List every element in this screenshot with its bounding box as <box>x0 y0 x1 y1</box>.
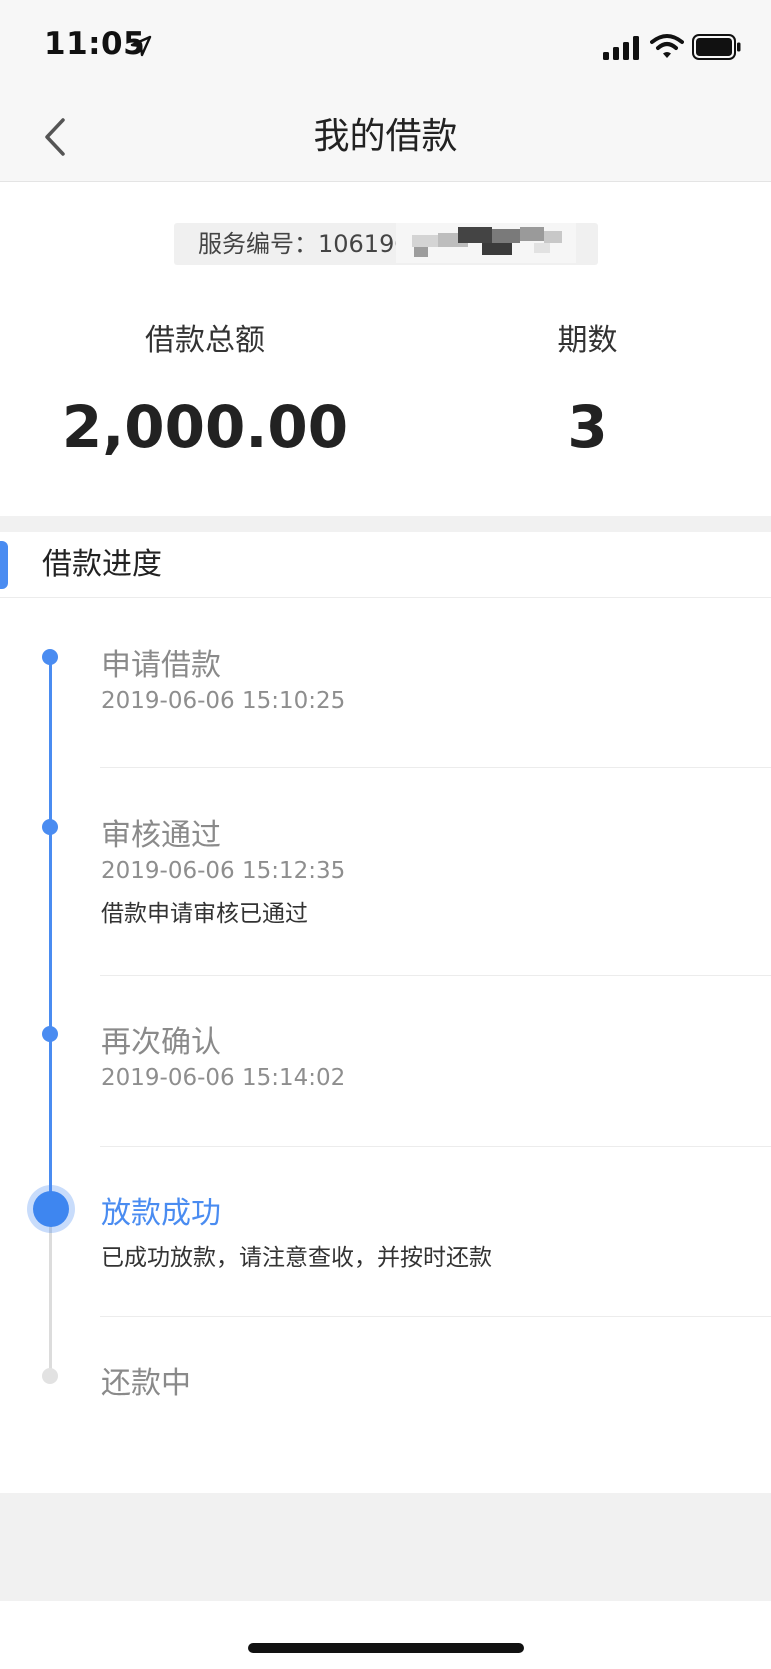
progress-section-title: 借款进度 <box>42 547 162 582</box>
section-marker <box>0 541 8 589</box>
total-amount-label: 借款总额 <box>145 323 265 358</box>
periods-label: 期数 <box>557 323 618 358</box>
total-amount-value: 2,000.00 <box>61 393 349 461</box>
home-indicator[interactable] <box>248 1643 524 1653</box>
timeline-line-completed <box>49 656 52 1207</box>
step-title: 还款中 <box>101 1366 191 1401</box>
step-divider <box>100 1146 771 1147</box>
loan-summary: 服务编号：10619C 借款总额 2,000.00 期数 3 <box>0 183 771 516</box>
step-dot-current <box>33 1191 69 1227</box>
step-title-current: 放款成功 <box>101 1196 221 1231</box>
nav-bar: 我的借款 <box>0 92 771 182</box>
step-title: 再次确认 <box>101 1025 221 1060</box>
timeline-line-pending <box>49 1207 52 1375</box>
step-dot-completed <box>42 1026 58 1042</box>
step-note: 已成功放款，请注意查收，并按时还款 <box>101 1245 492 1271</box>
battery-icon <box>692 34 741 60</box>
home-area <box>0 1601 771 1669</box>
page-title: 我的借款 <box>313 116 458 157</box>
step-dot-completed <box>42 819 58 835</box>
step-dot-pending <box>42 1368 58 1384</box>
signal-icon <box>603 36 639 60</box>
step-time: 2019-06-06 15:12:35 <box>101 858 346 884</box>
step-divider <box>100 1316 771 1317</box>
status-bar: 11:05 <box>0 0 771 92</box>
step-time: 2019-06-06 15:10:25 <box>101 688 346 714</box>
step-divider <box>100 975 771 976</box>
periods-value: 3 <box>567 393 608 461</box>
step-title: 审核通过 <box>101 818 221 853</box>
step-divider <box>100 767 771 768</box>
wifi-icon <box>650 34 684 58</box>
progress-section-header: 借款进度 <box>0 532 771 598</box>
redaction-mosaic <box>396 223 576 263</box>
bottom-gap <box>0 1493 771 1601</box>
back-button[interactable] <box>36 110 80 164</box>
progress-timeline: 申请借款 2019-06-06 15:10:25 审核通过 2019-06-06… <box>0 598 771 1493</box>
location-arrow-icon <box>130 35 152 57</box>
section-gap <box>0 516 771 532</box>
step-title: 申请借款 <box>101 648 221 683</box>
step-note: 借款申请审核已通过 <box>101 901 308 927</box>
chevron-left-icon <box>45 118 65 156</box>
step-time: 2019-06-06 15:14:02 <box>101 1065 346 1091</box>
step-dot-completed <box>42 649 58 665</box>
